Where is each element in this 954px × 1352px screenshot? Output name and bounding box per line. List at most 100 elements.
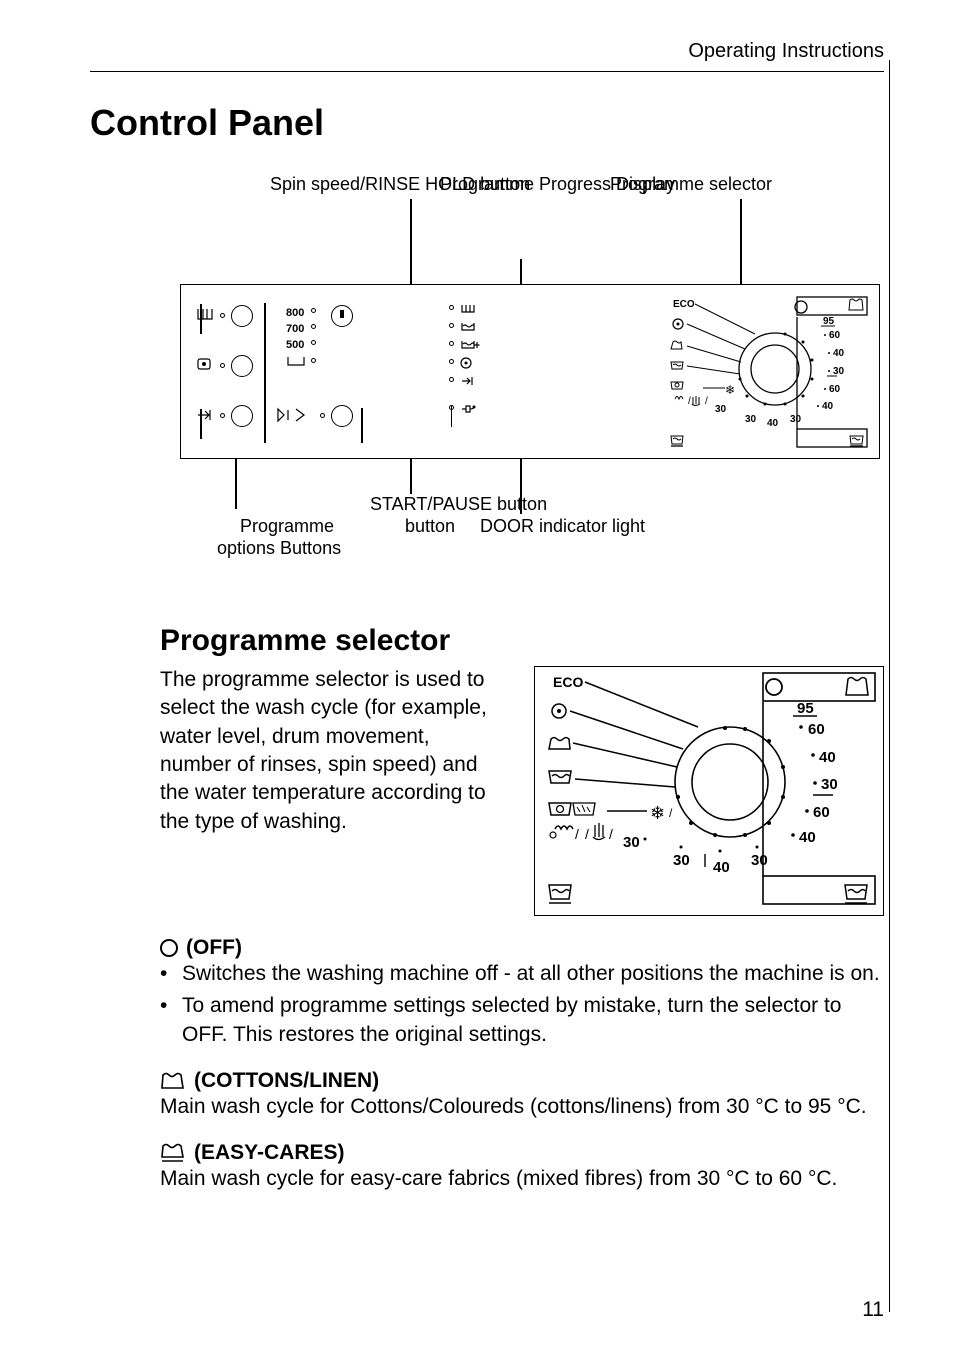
off-label: (OFF)	[186, 936, 242, 960]
svg-text:40: 40	[819, 749, 836, 766]
led-icon	[311, 358, 316, 363]
led-icon	[449, 377, 454, 382]
svg-text:60: 60	[813, 804, 830, 821]
selector-dial-graphic: ECO ❄ /	[535, 667, 885, 917]
prewash-icon	[196, 307, 214, 323]
callout-line	[520, 259, 522, 284]
off-bullet-2: To amend programme settings selected by …	[160, 992, 884, 1049]
svg-text:40: 40	[833, 348, 845, 359]
end-stage-icon	[460, 375, 474, 387]
led-icon	[220, 413, 225, 418]
programme-selector-section: The programme selector is used to select…	[160, 666, 884, 916]
svg-text:/: /	[609, 826, 613, 842]
svg-text:❄: ❄	[725, 383, 735, 397]
option-button	[231, 305, 253, 327]
rinse-hold-icon	[286, 355, 306, 369]
led-icon	[449, 305, 454, 310]
callout-start-pause: START/PAUSE button	[370, 494, 547, 515]
off-bullet-1: Switches the washing machine off - at al…	[160, 960, 884, 988]
speed-700: 700	[286, 323, 304, 335]
svg-text:30: 30	[821, 776, 838, 793]
svg-text:30: 30	[623, 834, 640, 851]
led-icon	[311, 340, 316, 345]
callout-line	[410, 199, 412, 284]
off-label-row: (OFF)	[160, 936, 884, 960]
rinse-plus-icon	[460, 339, 480, 351]
cottons-icon	[160, 1072, 186, 1090]
door-icon	[460, 403, 478, 415]
svg-text:/: /	[669, 806, 673, 820]
selector-mini-graphic: ECO ❄ / /	[645, 294, 870, 449]
svg-text:95: 95	[797, 700, 814, 717]
header-category: Operating Instructions	[90, 40, 884, 63]
led-icon	[320, 413, 325, 418]
svg-text:❄: ❄	[650, 803, 665, 823]
callout-start-pause-2: button	[405, 516, 455, 537]
led-icon	[220, 313, 225, 318]
led-icon	[220, 363, 225, 368]
callout-door-indicator: DOOR indicator light	[480, 516, 645, 537]
easycares-label: (EASY-CARES)	[194, 1141, 345, 1165]
led-icon	[449, 323, 454, 328]
panel-separator	[264, 303, 266, 443]
page-container: Operating Instructions Control Panel Spi…	[0, 0, 954, 1234]
programme-selector-dial: ECO ❄ /	[534, 666, 884, 916]
cottons-text: Main wash cycle for Cottons/Coloureds (c…	[160, 1093, 884, 1121]
callout-line	[235, 459, 237, 509]
led-icon	[311, 308, 316, 313]
callout-line	[740, 199, 742, 284]
svg-text:30: 30	[833, 366, 845, 377]
off-icon	[160, 939, 178, 957]
speed-500: 500	[286, 339, 304, 351]
cottons-label-row: (COTTONS/LINEN)	[160, 1069, 884, 1093]
short-icon	[196, 407, 214, 423]
off-bullet-list: Switches the washing machine off - at al…	[160, 960, 884, 1049]
option-button	[231, 405, 253, 427]
selector-mini: ECO ❄ / /	[645, 294, 870, 449]
svg-text:/: /	[575, 826, 579, 842]
header-rule	[90, 71, 884, 72]
callout-prog-options: Programme	[240, 516, 334, 537]
start-pause-icon	[276, 407, 316, 423]
svg-text:30: 30	[745, 414, 757, 425]
svg-text:/: /	[585, 826, 589, 842]
callout-prog-options-2: options Buttons	[217, 538, 341, 559]
svg-text:95: 95	[823, 316, 835, 327]
svg-text:/: /	[688, 396, 691, 407]
control-panel-heading: Control Panel	[90, 102, 884, 144]
stain-icon	[196, 357, 214, 373]
cottons-label: (COTTONS/LINEN)	[194, 1069, 379, 1093]
spin-stage-icon	[460, 357, 474, 369]
door-indicator-line	[451, 405, 452, 427]
led-icon	[449, 341, 454, 346]
panel-separator	[361, 408, 363, 443]
programme-selector-heading: Programme selector	[160, 624, 884, 658]
speed-800: 800	[286, 307, 304, 319]
svg-text:60: 60	[829, 330, 841, 341]
svg-text:40: 40	[767, 418, 779, 429]
option-button	[231, 355, 253, 377]
spin-indicator-icon	[336, 310, 348, 322]
svg-text:/: /	[705, 396, 708, 407]
prewash-stage-icon	[460, 303, 476, 315]
svg-text:30: 30	[715, 404, 727, 415]
led-icon	[311, 324, 316, 329]
svg-text:60: 60	[808, 721, 825, 738]
svg-text:40: 40	[713, 859, 730, 876]
svg-text:60: 60	[829, 384, 841, 395]
svg-text:30: 30	[751, 852, 768, 869]
programme-selector-intro: The programme selector is used to select…	[160, 666, 500, 836]
svg-text:40: 40	[799, 829, 816, 846]
svg-text:30: 30	[790, 414, 802, 425]
callout-line	[410, 459, 412, 494]
right-margin-rule	[889, 60, 890, 1312]
easycares-icon	[160, 1143, 186, 1163]
callout-line	[200, 304, 202, 334]
page-number: 11	[862, 1298, 884, 1322]
svg-text:ECO: ECO	[673, 299, 695, 310]
start-pause-button	[331, 405, 353, 427]
svg-text:40: 40	[822, 401, 834, 412]
easycares-text: Main wash cycle for easy-care fabrics (m…	[160, 1165, 884, 1193]
dial-eco: ECO	[553, 674, 583, 690]
svg-text:30: 30	[673, 852, 690, 869]
